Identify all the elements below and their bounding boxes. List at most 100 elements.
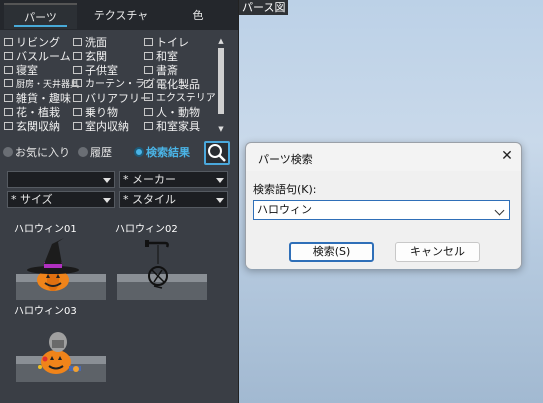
category-label: トイレ	[156, 36, 189, 49]
radio[interactable]	[134, 147, 144, 157]
filter-dropdown-maker[interactable]: * メーカー	[119, 171, 228, 188]
category-label: 電化製品	[156, 78, 200, 91]
checkbox[interactable]	[144, 80, 153, 88]
checkbox[interactable]	[144, 108, 153, 116]
category-item[interactable]: 電化製品	[144, 78, 200, 92]
search-submit-button[interactable]: 検索(S)	[289, 242, 374, 262]
checkbox[interactable]	[144, 52, 153, 60]
tab-color[interactable]: 色	[160, 3, 236, 29]
checkbox[interactable]	[144, 38, 153, 46]
category-item[interactable]: 子供室	[73, 64, 118, 78]
checkbox[interactable]	[4, 66, 13, 74]
checkbox[interactable]	[73, 122, 82, 130]
mode-results[interactable]: 検索結果	[134, 146, 190, 160]
checkbox[interactable]	[144, 122, 153, 130]
category-item[interactable]: 花・植栽	[4, 106, 60, 120]
category-item[interactable]: カーテン・ラグ	[73, 78, 155, 92]
witch-pumpkin-image	[16, 238, 106, 300]
radio[interactable]	[78, 147, 88, 157]
checkbox[interactable]	[73, 108, 82, 116]
category-label: リビング	[16, 36, 60, 49]
category-item[interactable]: 乗り物	[73, 106, 118, 120]
category-item[interactable]: 室内収納	[73, 120, 129, 134]
category-item[interactable]: 和室	[144, 50, 178, 64]
filter-value: * スタイル	[123, 193, 176, 206]
category-item[interactable]: 雑貨・趣味	[4, 92, 71, 106]
pumpkin-set-image	[16, 332, 106, 382]
filter-value: * サイズ	[11, 193, 53, 206]
category-item[interactable]: 和室家具	[144, 120, 200, 134]
checkbox[interactable]	[73, 94, 82, 102]
part-label: ハロウィン03	[14, 306, 77, 317]
panel-tabs: パーツ テクスチャ 色	[0, 0, 238, 30]
mode-history[interactable]: 履歴	[78, 146, 112, 160]
category-item[interactable]: 人・動物	[144, 106, 200, 120]
category-item[interactable]: 玄関収納	[4, 120, 60, 134]
category-item[interactable]: 厨房・天井器具	[4, 78, 79, 92]
checkbox[interactable]	[4, 122, 13, 130]
category-item[interactable]: バスルーム	[4, 50, 71, 64]
category-label: 人・動物	[156, 106, 200, 119]
cancel-button[interactable]: キャンセル	[395, 242, 480, 262]
mode-favorites[interactable]: お気に入り	[3, 146, 70, 160]
search-button[interactable]	[204, 141, 230, 165]
category-item[interactable]: リビング	[4, 36, 60, 50]
scroll-thumb[interactable]	[218, 48, 224, 114]
tab-parts[interactable]: パーツ	[4, 3, 77, 29]
category-label: バスルーム	[16, 50, 71, 63]
category-item[interactable]: 寝室	[4, 64, 38, 78]
query-combobox[interactable]: ハロウィン	[253, 200, 510, 220]
category-item[interactable]: 洗面	[73, 36, 107, 50]
magnifier-icon	[208, 144, 226, 162]
checkbox[interactable]	[144, 66, 153, 74]
close-icon[interactable]: ✕	[500, 149, 514, 163]
category-label: バリアフリー	[85, 92, 151, 105]
tab-active-underline	[14, 25, 67, 27]
checkbox[interactable]	[4, 108, 13, 116]
checkbox[interactable]	[144, 93, 153, 101]
chevron-down-icon	[103, 198, 111, 203]
filter-dropdown-category[interactable]	[7, 171, 115, 188]
mode-history-label: 履歴	[90, 146, 112, 159]
radio[interactable]	[3, 147, 13, 157]
checkbox[interactable]	[73, 38, 82, 46]
chevron-down-icon[interactable]	[494, 205, 505, 216]
parts-search-dialog: パーツ検索 ✕ 検索語句(K): ハロウィン 検索(S) キャンセル	[245, 142, 522, 269]
checkbox[interactable]	[73, 79, 82, 87]
category-item[interactable]: バリアフリー	[73, 92, 151, 106]
filter-value: * メーカー	[123, 173, 176, 186]
category-item[interactable]: エクステリア	[144, 92, 216, 106]
scroll-up-icon[interactable]: ▲	[216, 36, 226, 46]
query-label: 検索語句(K):	[253, 183, 317, 196]
category-label: 厨房・天井器具	[16, 80, 80, 90]
checkbox[interactable]	[4, 94, 13, 102]
category-label: 室内収納	[85, 120, 129, 133]
filter-dropdown-size[interactable]: * サイズ	[7, 191, 115, 208]
category-item[interactable]: 玄関	[73, 50, 107, 64]
chevron-down-icon	[216, 198, 224, 203]
filter-dropdown-style[interactable]: * スタイル	[119, 191, 228, 208]
category-item[interactable]: トイレ	[144, 36, 189, 50]
category-label: エクステリア	[156, 93, 216, 104]
tab-texture[interactable]: テクスチャ	[82, 3, 160, 29]
part-thumbnail[interactable]: ハロウィン03	[14, 306, 106, 382]
checkbox[interactable]	[4, 52, 13, 60]
checkbox[interactable]	[73, 66, 82, 74]
part-thumbnail[interactable]: ハロウィン02	[115, 224, 207, 300]
category-label: 玄関収納	[16, 120, 60, 133]
checkbox[interactable]	[4, 38, 13, 46]
category-label: 寝室	[16, 64, 38, 77]
category-scrollbar[interactable]: ▲ ▼	[215, 36, 227, 134]
category-item[interactable]: 書斎	[144, 64, 178, 78]
part-label: ハロウィン01	[14, 224, 77, 235]
tab-texture-label: テクスチャ	[93, 9, 149, 22]
tab-color-label: 色	[192, 9, 204, 22]
chevron-down-icon	[103, 178, 111, 183]
chevron-down-icon	[216, 178, 224, 183]
part-thumbnail[interactable]: ハロウィン01	[14, 224, 106, 300]
checkbox[interactable]	[73, 52, 82, 60]
search-mode-bar: お気に入り 履歴 検索結果	[0, 138, 238, 166]
category-label: 子供室	[85, 64, 118, 77]
checkbox[interactable]	[4, 79, 13, 87]
scroll-down-icon[interactable]: ▼	[216, 124, 226, 134]
